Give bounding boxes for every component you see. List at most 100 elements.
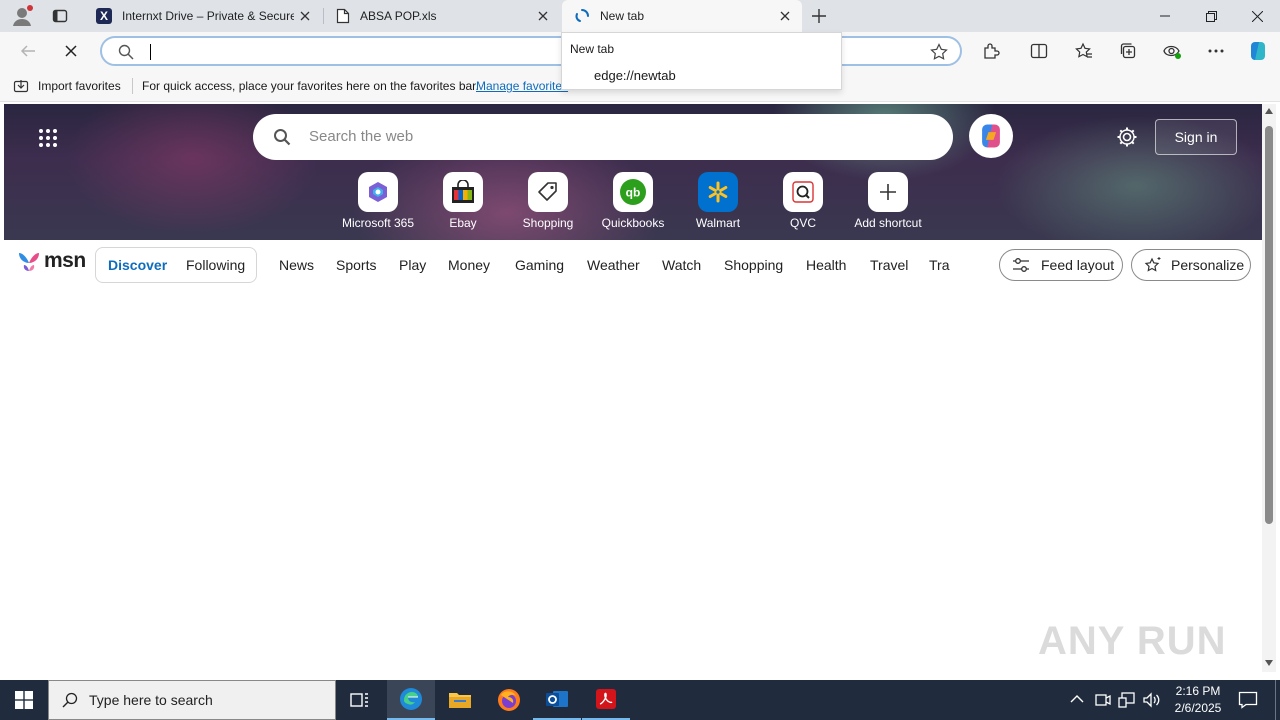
msn-logo[interactable]: msn xyxy=(16,249,86,273)
shortcut-qvc[interactable]: QVC xyxy=(758,172,848,230)
search-icon xyxy=(273,128,291,146)
scroll-down-arrow-icon[interactable] xyxy=(1265,660,1273,666)
feed-layout-label: Feed layout xyxy=(1041,257,1115,273)
anyrun-watermark: ANY RUN xyxy=(1038,610,1234,672)
scroll-up-arrow-icon[interactable] xyxy=(1265,108,1273,114)
taskbar-acrobat-icon[interactable] xyxy=(582,680,630,720)
web-search-placeholder: Search the web xyxy=(309,128,414,145)
svg-text:qb: qb xyxy=(626,186,641,200)
close-icon[interactable] xyxy=(774,5,796,27)
personalize-button[interactable]: Personalize xyxy=(1131,249,1251,281)
copilot-button[interactable] xyxy=(969,114,1013,158)
qvc-icon xyxy=(783,172,823,212)
import-favorites-label: Import favorites xyxy=(38,79,121,93)
back-icon[interactable] xyxy=(13,36,43,66)
document-icon xyxy=(336,8,350,24)
new-tab-plus-icon[interactable] xyxy=(806,4,832,28)
nav-news[interactable]: News xyxy=(279,257,314,273)
nav-money[interactable]: Money xyxy=(448,257,490,273)
tab-actions-icon[interactable] xyxy=(46,4,74,28)
nav-health[interactable]: Health xyxy=(806,257,846,273)
profile-avatar-icon[interactable] xyxy=(10,4,34,28)
network-icon[interactable] xyxy=(1118,691,1136,709)
nav-travel[interactable]: Travel xyxy=(870,257,908,273)
feed-layout-button[interactable]: Feed layout xyxy=(999,249,1123,281)
nav-weather[interactable]: Weather xyxy=(587,257,640,273)
taskbar-clock[interactable]: 2:16 PM 2/6/2025 xyxy=(1168,683,1228,717)
newtab-hero-background: Search the web Sign in Microsoft 365 Eba… xyxy=(4,104,1262,240)
msn-nav-bar: msn Discover Following News Sports Play … xyxy=(4,240,1262,290)
msn-butterfly-icon xyxy=(16,249,42,273)
taskbar-edge-icon[interactable] xyxy=(387,680,435,720)
taskbar-search-box[interactable]: Type here to search xyxy=(48,680,336,720)
page-scrollbar[interactable] xyxy=(1262,104,1276,672)
following-tab[interactable]: Following xyxy=(186,257,245,273)
show-desktop-button[interactable] xyxy=(1275,680,1280,720)
tab-label: Internxt Drive – Private & Secure xyxy=(122,9,294,23)
plus-icon xyxy=(868,172,908,212)
shortcut-quickbooks[interactable]: qb Quickbooks xyxy=(588,172,678,230)
close-icon[interactable] xyxy=(294,5,316,27)
personalize-label: Personalize xyxy=(1171,257,1245,273)
text-caret xyxy=(150,44,151,60)
copilot-icon[interactable] xyxy=(1243,36,1273,66)
apps-launcher-icon[interactable] xyxy=(38,128,58,148)
nav-sports[interactable]: Sports xyxy=(336,257,376,273)
shortcut-add[interactable]: Add shortcut xyxy=(843,172,933,230)
tab-absa-pop[interactable]: ABSA POP.xls xyxy=(324,0,560,32)
settings-gear-icon[interactable] xyxy=(1116,126,1138,148)
volume-icon[interactable] xyxy=(1142,691,1160,709)
sign-in-button[interactable]: Sign in xyxy=(1155,119,1237,155)
shortcut-label: Quickbooks xyxy=(601,216,665,230)
tab-internxt[interactable]: X Internxt Drive – Private & Secure xyxy=(84,0,322,32)
favorites-icon[interactable] xyxy=(1069,36,1099,66)
nav-play[interactable]: Play xyxy=(399,257,426,273)
nav-watch[interactable]: Watch xyxy=(662,257,701,273)
tab-new-tab[interactable]: New tab xyxy=(562,0,802,32)
collections-icon[interactable] xyxy=(1113,36,1143,66)
discover-tab[interactable]: Discover xyxy=(108,257,167,273)
nav-traffic-truncated[interactable]: Tra xyxy=(929,257,951,273)
tab-label: New tab xyxy=(600,9,645,23)
shortcut-label: Ebay xyxy=(449,216,477,230)
nav-gaming[interactable]: Gaming xyxy=(515,257,564,273)
shortcut-label: Shopping xyxy=(522,216,574,230)
address-suggestion-dropdown: New tab edge://newtab xyxy=(561,32,842,90)
task-view-icon[interactable] xyxy=(336,680,384,720)
stop-loading-icon[interactable] xyxy=(56,36,86,66)
meet-now-icon[interactable] xyxy=(1095,691,1111,709)
close-icon[interactable] xyxy=(532,5,554,27)
search-icon xyxy=(118,44,134,60)
quickbooks-icon: qb xyxy=(613,172,653,212)
shortcut-ebay[interactable]: Ebay xyxy=(418,172,508,230)
browser-essentials-icon[interactable] xyxy=(1157,36,1187,66)
import-favorites-button[interactable]: Import favorites xyxy=(13,78,121,94)
windows-start-icon[interactable] xyxy=(0,680,48,720)
sparkle-star-icon xyxy=(1144,256,1162,274)
split-screen-icon[interactable] xyxy=(1024,36,1054,66)
shortcut-walmart[interactable]: Walmart xyxy=(673,172,763,230)
minimize-icon[interactable] xyxy=(1142,0,1188,32)
notifications-icon[interactable] xyxy=(1238,691,1258,709)
shortcut-label: Walmart xyxy=(695,216,741,230)
taskbar-firefox-icon[interactable] xyxy=(485,680,533,720)
manage-favorites-link[interactable]: Manage favorites xyxy=(476,79,568,93)
taskbar-outlook-icon[interactable] xyxy=(533,680,581,720)
close-window-icon[interactable] xyxy=(1234,0,1280,32)
more-options-icon[interactable] xyxy=(1201,36,1231,66)
favorites-divider xyxy=(132,78,133,94)
taskbar-file-explorer-icon[interactable] xyxy=(436,680,484,720)
nav-shopping[interactable]: Shopping xyxy=(724,257,783,273)
restore-icon[interactable] xyxy=(1188,0,1234,32)
shortcut-microsoft365[interactable]: Microsoft 365 xyxy=(333,172,423,230)
scroll-thumb[interactable] xyxy=(1265,126,1273,524)
taskbar-search-placeholder: Type here to search xyxy=(89,692,213,708)
favorite-star-icon[interactable] xyxy=(930,43,948,61)
show-hidden-icons-chevron-icon[interactable] xyxy=(1070,692,1084,706)
web-search-box[interactable]: Search the web xyxy=(253,114,953,160)
copilot-icon xyxy=(977,122,1005,150)
extensions-icon[interactable] xyxy=(976,36,1006,66)
shortcut-shopping[interactable]: Shopping xyxy=(503,172,593,230)
internxt-x-icon: X xyxy=(96,8,112,24)
suggestion-item[interactable]: edge://newtab xyxy=(594,68,676,83)
